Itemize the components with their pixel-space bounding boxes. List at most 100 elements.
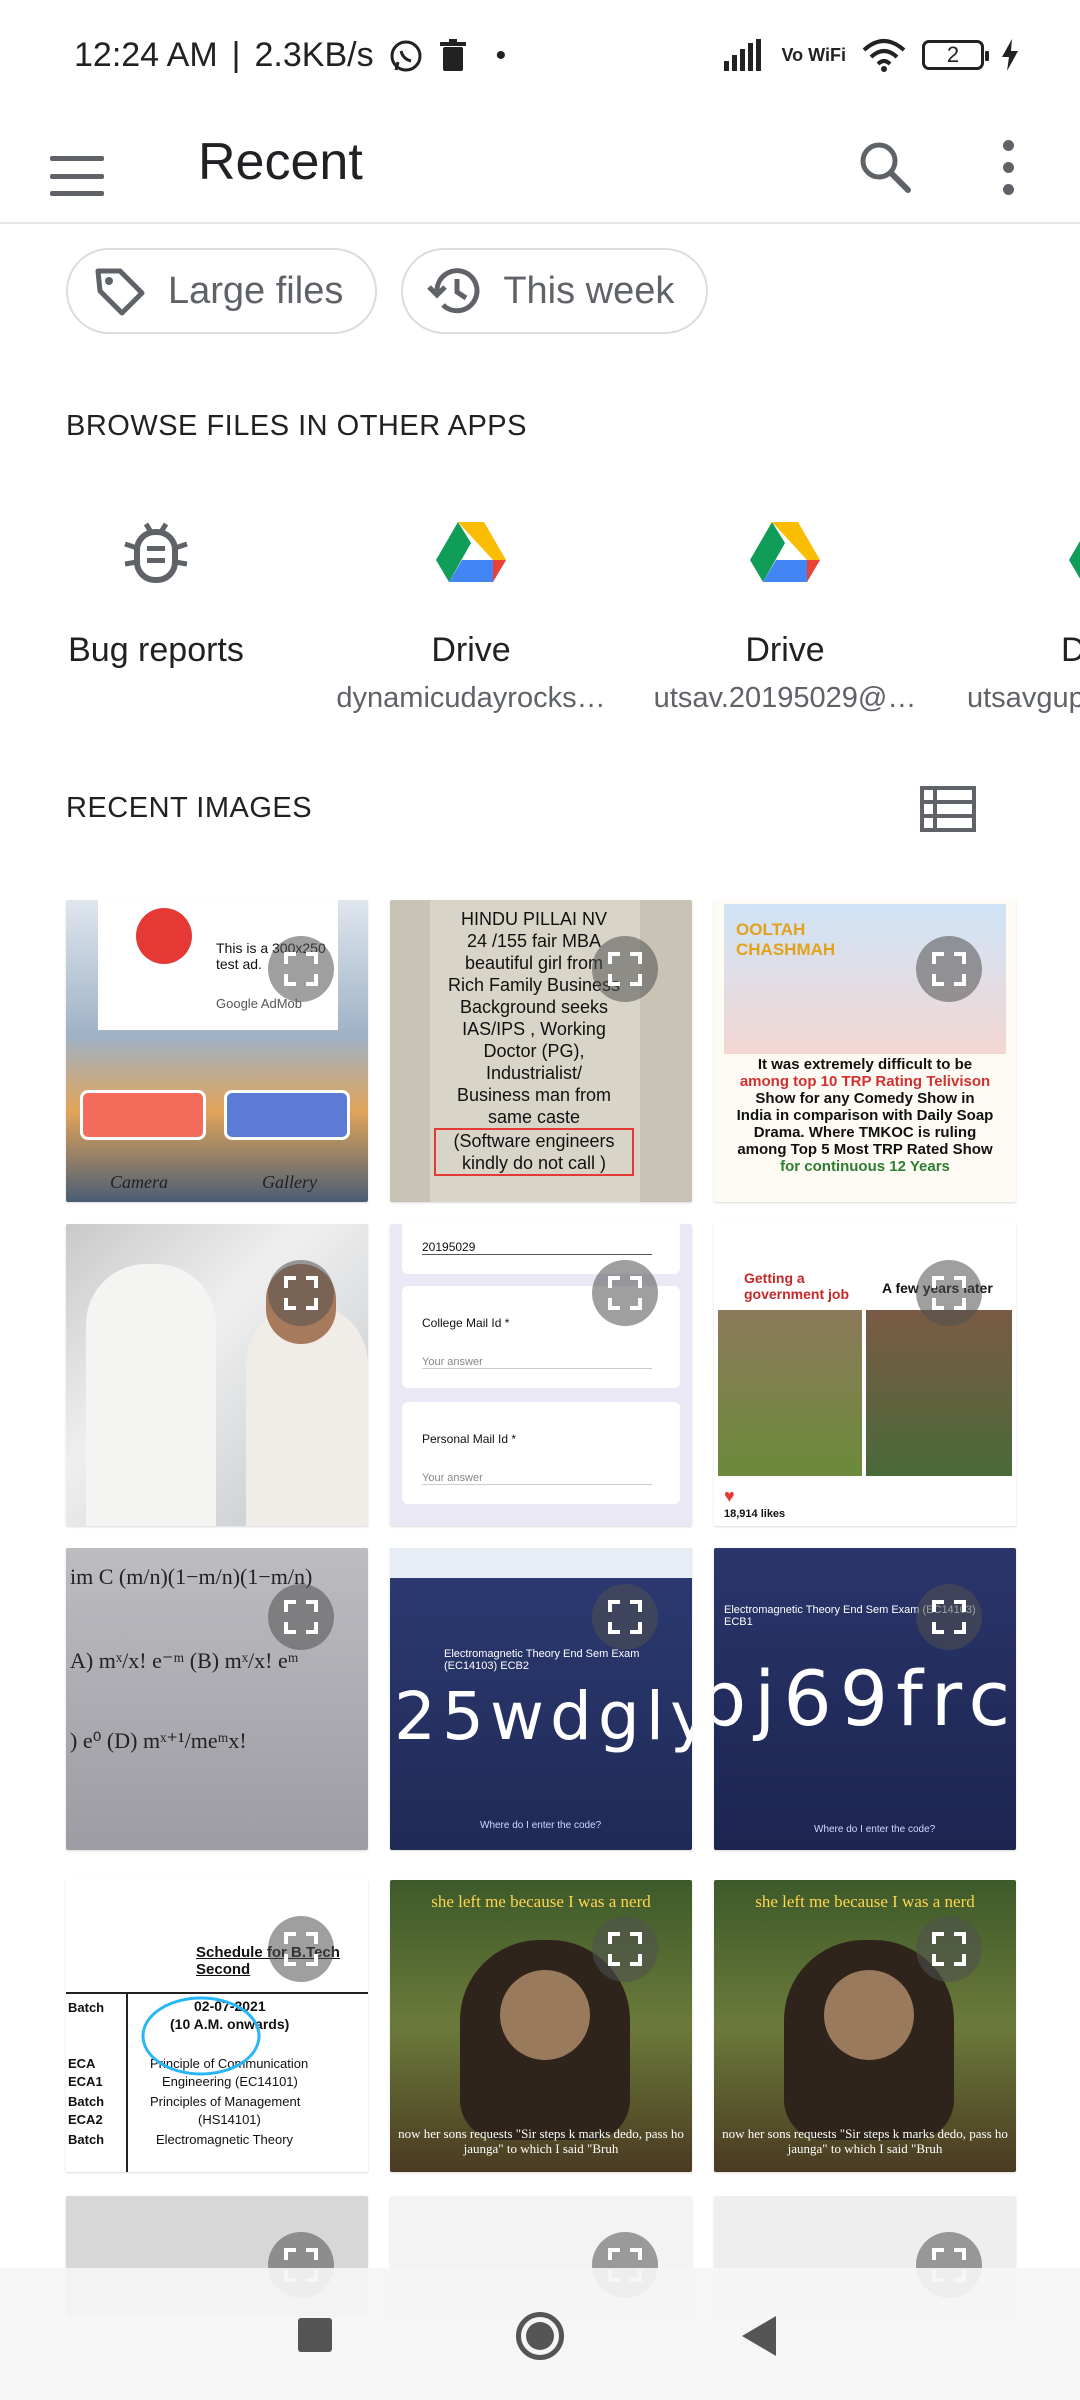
image-thumbnail[interactable]: im C (m/n)(1−m/n)(1−m/n) A) mˣ/x! e⁻ᵐ (B… [66,1548,368,1850]
drive-icon [750,522,820,582]
expand-icon[interactable] [592,936,658,1002]
thumb-text: Getting a government job [744,1270,850,1302]
expand-icon[interactable] [916,1260,982,1326]
home-circle-icon[interactable] [516,2312,564,2360]
search-icon[interactable] [852,134,918,200]
status-left: 12:24 AM | 2.3KB/s • [74,36,506,75]
thumb-text: pj69frc [714,1654,1016,1743]
chimp-face-shape [500,1970,590,2060]
app-name: Drive [431,631,511,669]
thumb-text: OOLTAH CHASHMAH [736,920,836,959]
browser-bar [390,1548,692,1578]
app-account: utsavgup [967,682,1080,714]
image-thumbnail[interactable]: Electromagnetic Theory End Sem Exam (EC1… [390,1548,692,1850]
thumb-text: 20195029 [422,1240,652,1255]
thumb-text: now her sons requests "Sir steps k marks… [722,2126,1008,2156]
expand-icon[interactable] [268,936,334,1002]
recents-square-icon[interactable] [298,2318,332,2352]
expand-icon[interactable] [592,1260,658,1326]
image-thumbnail[interactable]: Getting a government job A few years lat… [714,1224,1016,1526]
app-name: D [1061,631,1080,669]
thumb-text: 18,914 likes [724,1508,786,1520]
app-account: utsav.20195029@… [653,682,917,714]
image-thumbnail[interactable]: she left me because I was a nerd now her… [390,1880,692,2172]
app-bar: Recent [0,120,1080,224]
app-bug-reports[interactable]: Bug reports [11,500,301,670]
drive-icon [436,522,506,582]
menu-icon[interactable] [50,156,104,196]
apps-row[interactable]: Bug reports Drive dynamicudayrocks… Driv… [0,500,1080,720]
image-thumbnail[interactable]: This is a 300x250 test ad. Google AdMob … [66,900,368,1202]
svg-text:) e⁰ (D) mˣ⁺¹/m: ) e⁰ (D) mˣ⁺¹/meᵐx! [70,1728,247,1753]
thumb-text: Gallery [262,1172,317,1192]
app-drive-3[interactable]: D utsavgup [955,500,1080,715]
drive-icon [1069,541,1080,579]
image-thumbnail[interactable]: Schedule for B.Tech Second 02-07-2021 (1… [66,1880,368,2172]
image-thumbnail[interactable]: OOLTAH CHASHMAH It was extremely difficu… [714,900,1016,1202]
thumb-text: Where do I enter the code? [480,1820,602,1831]
mascot-shape [136,908,192,964]
expand-icon[interactable] [268,1584,334,1650]
charging-icon [1002,39,1018,71]
expand-icon[interactable] [268,1260,334,1326]
status-time: 12:24 AM [74,36,218,74]
expand-icon[interactable] [916,1916,982,1982]
person-shape [86,1264,216,1526]
back-triangle-icon[interactable] [742,2316,776,2356]
thumb-text: Electromagnetic Theory End Sem Exam (EC1… [444,1648,640,1672]
more-vert-icon[interactable] [996,134,1020,200]
app-name: Drive [745,631,825,669]
form-card [402,1402,680,1504]
camera-button-image [80,1090,206,1140]
gallery-button-image [224,1090,350,1140]
thumb-text: Personal Mail Id * [422,1432,517,1446]
filter-chips: Large files This week [66,248,709,334]
expand-icon[interactable] [592,1584,658,1650]
newspaper-column [390,900,430,1202]
dot-icon: • [495,38,507,72]
wifi-icon [862,39,906,72]
expand-icon[interactable] [916,1584,982,1650]
status-divider: | [231,36,241,74]
app-name: Bug reports [68,631,244,669]
list-view-icon[interactable] [918,784,978,834]
status-right: Vo WiFi 2 [723,38,1021,72]
thumb-text: College Mail Id * [422,1316,510,1330]
expand-icon[interactable] [916,936,982,1002]
bug-icon [124,522,188,583]
expand-icon[interactable] [592,1916,658,1982]
thumb-text: 25wdgly [394,1678,692,1755]
chimp-face-shape [824,1970,914,2060]
meme-photo [866,1310,1012,1476]
image-thumbnail[interactable]: HINDU PILLAI NV 24 /155 fair MBA beautif… [390,900,692,1202]
trash-icon [439,38,466,71]
app-drive-2[interactable]: Drive utsav.20195029@… [640,500,930,715]
thumb-text: Where do I enter the code? [814,1824,936,1835]
chip-label: Large files [168,269,344,312]
history-icon [427,268,480,314]
page-title: Recent [198,133,363,191]
thumb-text: she left me because I was a nerd [755,1892,975,1911]
vowifi-indicator: Vo WiFi [781,45,847,65]
thumb-text: now her sons requests "Sir steps k marks… [398,2126,684,2156]
browse-section-title: BROWSE FILES IN OTHER APPS [66,410,527,442]
recent-images-title: RECENT IMAGES [66,792,313,824]
status-bar: 12:24 AM | 2.3KB/s • Vo WiFi 2 [0,0,1080,120]
tag-icon [95,268,145,316]
status-net-speed: 2.3KB/s [254,36,374,74]
caption-block: It was extremely difficult to be among t… [736,1056,994,1175]
app-account: dynamicudayrocks… [336,682,606,714]
app-drive-1[interactable]: Drive dynamicudayrocks… [326,500,616,715]
thumb-text: she left me because I was a nerd [431,1892,651,1911]
image-thumbnail[interactable]: 20195029 College Mail Id * Your answer P… [390,1224,692,1526]
image-thumbnail[interactable] [66,1224,368,1526]
system-nav-bar [0,2268,1080,2400]
svg-text:A) mˣ/x! e⁻ᵐ (B) mˣ/x!: A) mˣ/x! e⁻ᵐ (B) mˣ/x! eᵐ [70,1648,299,1673]
chip-this-week[interactable]: This week [401,248,709,334]
schedule-table: 02-07-2021 (10 A.M. onwards) Batch ECA E… [66,1992,368,2172]
battery-icon: 2 [922,40,989,70]
image-thumbnail[interactable]: Electromagnetic Theory End Sem Exam (EC1… [714,1548,1016,1850]
chip-large-files[interactable]: Large files [66,248,378,334]
image-thumbnail[interactable]: she left me because I was a nerd now her… [714,1880,1016,2172]
expand-icon[interactable] [268,1916,334,1982]
